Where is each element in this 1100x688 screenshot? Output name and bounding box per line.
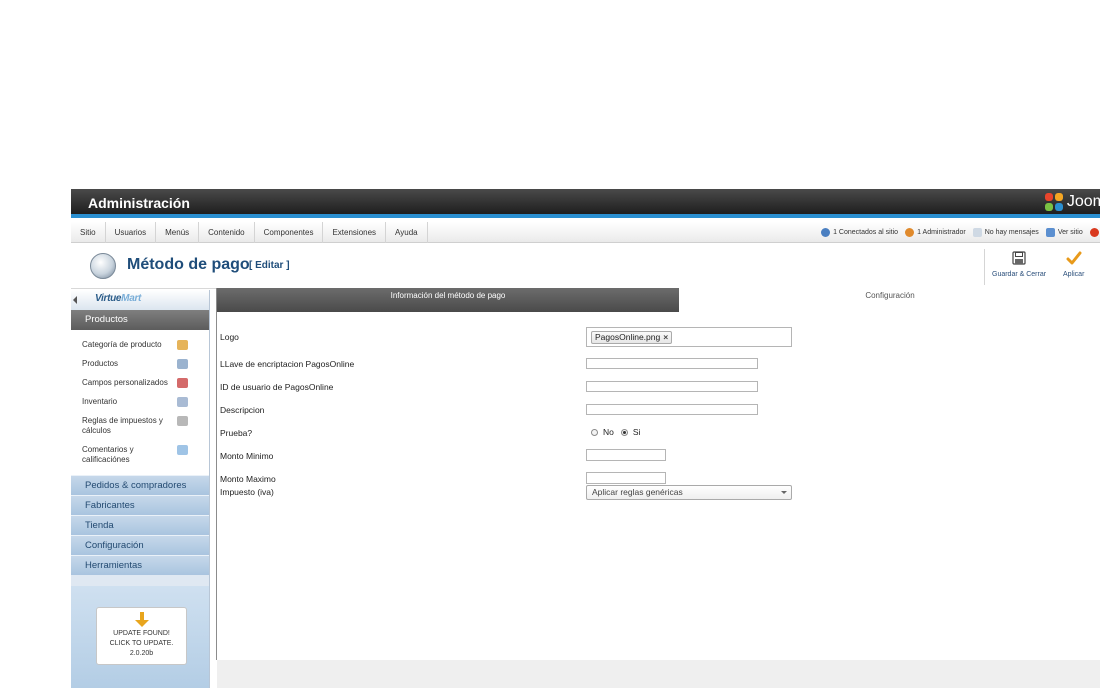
online-visitors[interactable]: 1 Conectados al sitio [821,228,898,237]
test-yes-radio[interactable] [620,428,628,436]
admin-title: Administración [88,195,190,211]
view-site-link[interactable]: Ver sitio [1045,228,1083,237]
test-no-radio[interactable] [591,428,598,436]
tab-bar: Información del método de pago Configura… [217,288,1100,312]
virtuemart-logo-bar: VirtueMart [71,290,209,310]
download-arrow-icon [134,612,149,628]
save-close-button[interactable]: Guardar & Cerrar [992,250,1046,278]
admin-header: Administración Joom [71,189,1100,218]
test-yes-label: Si [632,427,641,437]
description-input[interactable] [586,404,758,415]
toolbar-divider [984,249,985,285]
joomla-brand[interactable]: Joom [1044,192,1100,212]
menu-sitio[interactable]: Sitio [71,222,106,243]
online-admins[interactable]: 1 Administrador [905,228,966,237]
admin-window: Administración Joom Sitio Usuarios Menús… [71,189,1100,688]
logo-label: Logo [220,332,239,342]
payment-method-form: Información del método de pago Configura… [216,288,1100,660]
sidebar-section-fabricantes[interactable]: Fabricantes [71,495,209,515]
payment-method-icon [90,253,116,279]
admin-icon [905,228,915,237]
logo-field[interactable]: PagosOnline.png × [586,327,792,347]
userid-label: ID de usuario de PagosOnline [220,382,334,392]
tab-configuration[interactable]: Configuración [679,288,1100,312]
update-version: 2.0.20b [129,650,154,657]
menu-menus[interactable]: Menús [156,222,200,243]
sidebar-section-pedidos[interactable]: Pedidos & compradores [71,475,209,495]
menu-extensiones[interactable]: Extensiones [323,222,387,243]
virtuemart-sidebar: VirtueMart Productos Categoría de produc… [71,290,210,688]
tax-select[interactable]: Aplicar reglas genéricas [586,485,792,500]
apply-button[interactable]: Aplicar [1063,250,1084,278]
min-amount-label: Monto Minimo [220,451,274,461]
tab-payment-info[interactable]: Información del método de pago [217,288,679,312]
update-notice-button[interactable]: UPDATE FOUND! CLICK TO UPDATE. 2.0.20b [96,607,187,665]
max-amount-label: Monto Maximo [220,474,276,484]
logo-chip: PagosOnline.png × [591,331,673,344]
description-label: Descripcion [220,405,265,415]
virtuemart-logo[interactable]: VirtueMart [95,293,141,304]
floppy-disk-icon [1012,251,1026,265]
sidebar-item-productos[interactable]: Productos [71,359,209,378]
update-line2: CLICK TO UPDATE. [109,640,174,647]
key-input[interactable] [586,358,758,369]
tax-label: Impuesto (iva) [220,487,274,497]
sidebar-section-tienda[interactable]: Tienda [71,515,209,535]
tax-rules-icon [177,416,188,426]
monitor-icon [1045,228,1055,237]
users-icon [821,228,831,237]
collapse-sidebar-icon[interactable] [73,296,77,304]
menu-usuarios[interactable]: Usuarios [106,222,157,243]
sidebar-section-herramientas[interactable]: Herramientas [71,555,209,575]
inventory-icon [177,397,188,407]
sidebar-section-configuracion[interactable]: Configuración [71,535,209,555]
menu-componentes[interactable]: Componentes [255,222,324,243]
page-title-mode: [ Editar ] [249,260,290,271]
remove-logo-icon[interactable]: × [663,332,668,342]
menu-ayuda[interactable]: Ayuda [386,222,428,243]
status-bar: 1 Conectados al sitio 1 Administrador No… [821,222,1100,243]
brand-name: Joom [1066,193,1100,210]
userid-input[interactable] [586,381,758,392]
page-title: Método de pago [127,256,250,273]
comments-icon [177,445,188,455]
power-icon [1089,228,1099,237]
joomla-logo-icon [1044,192,1064,212]
sidebar-footer: UPDATE FOUND! CLICK TO UPDATE. 2.0.20b [71,586,209,688]
productos-submenu: Categoría de producto Productos Campos p… [71,330,209,475]
key-label: LLave de encriptacion PagosOnline [220,359,355,369]
sidebar-item-campos[interactable]: Campos personalizados [71,378,209,397]
max-amount-input[interactable] [586,472,666,484]
checkmark-icon [1066,251,1082,265]
products-icon [177,359,188,369]
mail-icon [972,228,982,237]
custom-fields-icon [177,378,188,388]
content-footer [217,660,1100,688]
logout-link[interactable]: F [1089,228,1100,237]
test-no-label: No [603,427,614,437]
test-label: Prueba? [220,428,253,438]
update-line1: UPDATE FOUND! [113,630,170,637]
sidebar-item-inventario[interactable]: Inventario [71,397,209,416]
messages-link[interactable]: No hay mensajes [972,228,1039,237]
main-menu: Sitio Usuarios Menús Contenido Component… [71,222,1100,243]
sidebar-section-productos[interactable]: Productos [71,310,209,330]
page-toolbar: Método de pago [ Editar ] Guardar & Cerr… [71,244,1100,289]
menu-contenido[interactable]: Contenido [199,222,255,243]
test-radio-group: No Si [591,427,640,437]
chevron-down-icon [781,491,787,494]
min-amount-input[interactable] [586,449,666,461]
sidebar-item-comentarios[interactable]: Comentarios y calificaciónes [71,445,209,469]
category-icon [177,340,188,350]
sidebar-item-reglas[interactable]: Reglas de impuestos y cálculos [71,416,209,445]
sidebar-item-categoria[interactable]: Categoría de producto [71,340,209,359]
